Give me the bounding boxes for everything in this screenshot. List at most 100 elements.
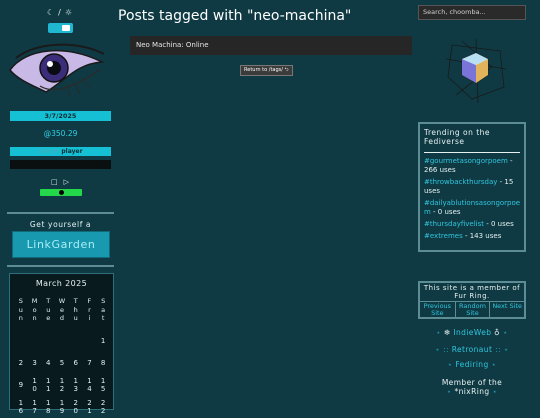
calendar-day: 1 3 (73, 377, 78, 393)
linkgarden-button[interactable]: LinkGarden (12, 231, 110, 258)
calendar-day: 1 9 (59, 399, 65, 415)
calendar-day (69, 330, 83, 352)
calendar-day: 8 (100, 359, 106, 367)
return-to-tags-button[interactable]: Return to /tags/ ⮌ (240, 65, 293, 76)
hashtag-link[interactable]: #extremes (424, 232, 463, 240)
list-item: #extremes - 143 uses (424, 232, 524, 241)
play-icon[interactable]: ▷ (64, 178, 69, 186)
date-display: 3/7/2025 (10, 111, 111, 121)
list-item: #throwbackthursday - 15 uses (424, 178, 524, 196)
calendar: March 2025 S u n M o n T u e W e d T h u… (9, 273, 114, 415)
indieweb-ring-link[interactable]: ⋆ ❄ IndieWeb ♁ ⋆ (418, 328, 526, 337)
retronaut-suffix: :: (495, 345, 501, 354)
trending-title: Trending on the Fediverse (424, 128, 491, 146)
calendar-day: 2 2 (100, 399, 106, 415)
player-controls: □ ▷ (51, 178, 69, 186)
weekday-header: W e d (58, 297, 66, 322)
star-icon: ⋆ (491, 360, 497, 369)
calendar-day (41, 330, 55, 352)
trending-list: #gourmetasongorpoem - 266 uses #throwbac… (424, 157, 524, 244)
calendar-day: 1 0 (32, 377, 37, 393)
retronaut-prefix: :: (443, 345, 449, 354)
hashtag-link[interactable]: #thursdayfivelist (424, 220, 484, 228)
calendar-day: 2 1 (87, 399, 92, 415)
player-label-prefix: stream (38, 148, 60, 155)
hashtag-link[interactable]: #throwbackthursday (424, 178, 497, 186)
weekday-header: S a t (101, 297, 106, 322)
calendar-day: 5 (59, 359, 65, 367)
indieweb-label[interactable]: IndieWeb (453, 328, 491, 337)
divider (7, 265, 114, 267)
nixring-widget: Member of the ⋆ *nixRing ⋆ (418, 378, 526, 396)
page-title: Posts tagged with "neo-machina" (118, 8, 352, 24)
webring-cube-icon[interactable] (442, 37, 510, 105)
nixring-line1: Member of the (441, 378, 503, 387)
post-link[interactable]: Neo Machina: Online (130, 36, 412, 55)
star-icon: ⋆ (447, 360, 453, 369)
calendar-day (28, 330, 42, 352)
calendar-day: 1 1 (46, 377, 51, 393)
fur-ring-widget: This site is a member of Fur Ring. Previ… (418, 281, 526, 319)
random-site-link[interactable]: Random Site (454, 302, 490, 318)
beat-time: @350.29 (43, 129, 78, 138)
calendar-day: 2 0 (73, 399, 78, 415)
snowflake-icon: ❄ (443, 328, 451, 337)
calendar-day: 1 (100, 337, 106, 345)
star-icon: ⋆ (435, 345, 441, 354)
hashtag-link[interactable]: #gourmetasongorpoem (424, 157, 508, 165)
hashtag-uses: - 143 uses (462, 232, 502, 240)
previous-site-link[interactable]: Previous Site (420, 302, 455, 318)
trending-panel: Trending on the Fediverse #gourmetasongo… (418, 122, 526, 252)
calendar-day: 4 (46, 359, 51, 367)
weekday-header: S u n (18, 297, 23, 322)
theme-separator: / (58, 8, 61, 17)
weekday-header: F r i (87, 297, 92, 322)
stop-icon[interactable]: □ (51, 178, 58, 186)
player-label: stream player (10, 147, 111, 156)
calendar-day: 1 2 (59, 377, 65, 393)
sun-icon[interactable]: ☼ (65, 8, 72, 17)
calendar-day: 3 (32, 359, 37, 367)
player-track[interactable] (10, 160, 111, 169)
calendar-day: 1 7 (32, 399, 37, 415)
player-label-suffix: player (61, 148, 83, 155)
retronaut-label[interactable]: Retronaut (452, 345, 493, 354)
calendar-day: 2 (18, 359, 24, 367)
next-site-link[interactable]: Next Site (489, 302, 524, 318)
search-input[interactable]: Search, choomba... (418, 5, 526, 20)
calendar-day (83, 330, 97, 352)
slider-thumb[interactable] (58, 190, 64, 195)
nixring-link[interactable]: *nixRing (454, 387, 489, 396)
star-icon: ⋆ (436, 328, 442, 337)
calendar-day: 1 8 (46, 399, 51, 415)
list-item: #thursdayfivelist - 0 uses (424, 220, 524, 229)
calendar-day: 1 4 (87, 377, 92, 393)
star-icon: ⋆ (503, 345, 509, 354)
trending-divider (424, 152, 520, 153)
toggle-knob (62, 25, 70, 31)
fediring-label[interactable]: Fediring (455, 360, 488, 369)
fediring-link[interactable]: ⋆ Fediring ⋆ (418, 360, 526, 369)
calendar-day: 1 6 (18, 399, 24, 415)
weekday-header: T u e (46, 297, 51, 322)
calendar-day (55, 330, 69, 352)
list-item: #dailyablutionsasongorpoem - 0 uses (424, 199, 524, 217)
hashtag-uses: - 0 uses (484, 220, 514, 228)
star-icon: ⋆ (446, 387, 452, 396)
star-icon: ⋆ (502, 328, 508, 337)
calendar-day (14, 330, 28, 352)
moon-icon[interactable]: ☾ (47, 8, 54, 17)
calendar-header-row: S u n M o n T u e W e d T h u F r i S a … (14, 297, 110, 323)
playback-slider[interactable] (40, 189, 82, 196)
eye-logo-icon (9, 43, 105, 97)
theme-switcher: ☾ / ☼ (47, 8, 77, 17)
calendar-day: 6 (73, 359, 78, 367)
calendar-title: March 2025 (35, 279, 88, 288)
fur-ring-links: Previous Site Random Site Next Site (420, 301, 524, 318)
theme-toggle[interactable] (48, 23, 73, 33)
calendar-day: 7 (87, 359, 92, 367)
fur-ring-title: This site is a member of Fur Ring. (423, 284, 521, 300)
calendar-day: 1 5 (100, 377, 106, 393)
list-item: #gourmetasongorpoem - 266 uses (424, 157, 524, 175)
retronaut-ring-link[interactable]: ⋆ :: Retronaut :: ⋆ (418, 345, 526, 354)
